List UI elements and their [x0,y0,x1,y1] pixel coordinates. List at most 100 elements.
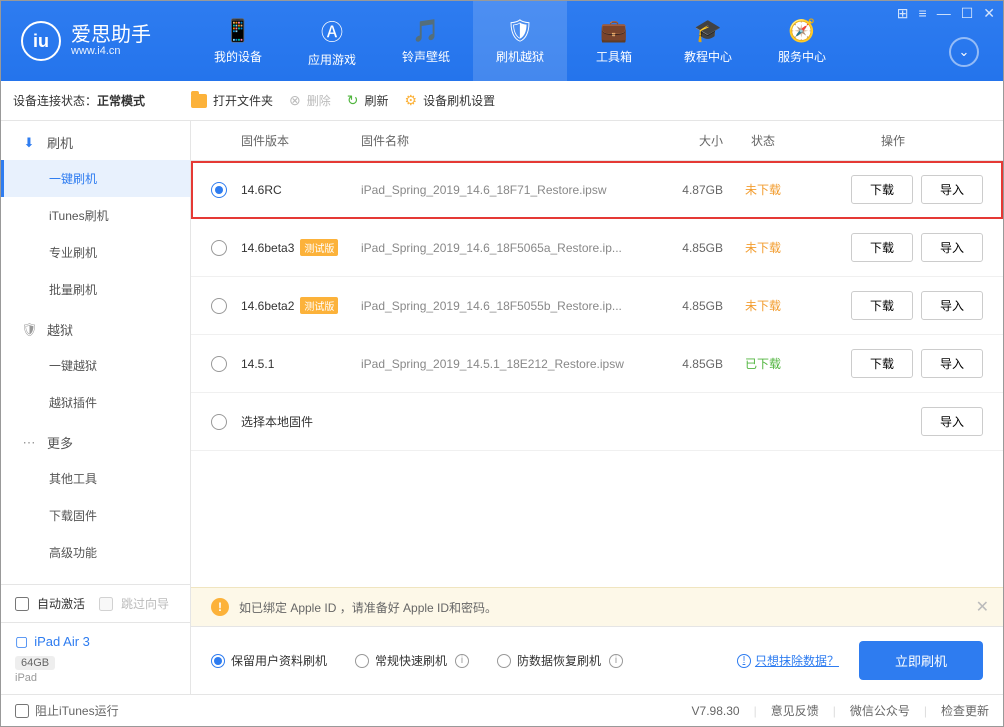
firmware-radio[interactable] [211,240,227,256]
refresh-button[interactable]: ↻ 刷新 [347,92,389,109]
firmware-actions: 导入 [803,407,983,436]
sidebar-item[interactable]: 一键刷机 [1,160,190,197]
check-update-link[interactable]: 检查更新 [941,702,989,719]
skip-wizard-checkbox[interactable] [99,597,113,611]
firmware-name: iPad_Spring_2019_14.6_18F71_Restore.ipsw [361,183,643,197]
nav-tab-icon: 📱 [224,18,251,44]
info-icon[interactable]: i [609,654,623,668]
logo-title: 爱思助手 [71,25,151,45]
nav-tab-icon: 🧭 [788,18,815,44]
erase-data-link[interactable]: !只想抹除数据？ [735,652,839,669]
firmware-name: iPad_Spring_2019_14.5.1_18E212_Restore.i… [361,357,643,371]
option-radio[interactable] [497,654,511,668]
sidebar-group[interactable]: ⬇刷机 [1,121,190,160]
auto-activate-checkbox[interactable] [15,597,29,611]
firmware-row[interactable]: 14.5.1 iPad_Spring_2019_14.5.1_18E212_Re… [191,335,1003,393]
feedback-link[interactable]: 意见反馈 [771,702,819,719]
firmware-actions: 下载导入 [803,175,983,204]
info-icon: ! [737,654,751,668]
flash-option[interactable]: 常规快速刷机i [355,652,469,669]
sidebar-item[interactable]: 高级功能 [1,534,190,571]
skip-wizard-label: 跳过向导 [121,595,169,612]
device-type: iPad [15,672,176,684]
nav-tab-label: 工具箱 [596,48,632,65]
nav-tab-2[interactable]: 🎵铃声壁纸 [379,1,473,81]
firmware-action-button[interactable]: 下载 [851,175,913,204]
sidebar-item[interactable]: 专业刷机 [1,234,190,271]
window-menu-icon[interactable]: ≡ [919,5,927,22]
sidebar-item[interactable]: 下载固件 [1,497,190,534]
device-status-label: 设备连接状态： [13,94,97,108]
nav-tab-label: 铃声壁纸 [402,48,450,65]
wechat-link[interactable]: 微信公众号 [850,702,910,719]
beta-badge: 测试版 [300,297,338,314]
nav-tab-4[interactable]: 💼工具箱 [567,1,661,81]
firmware-action-button[interactable]: 导入 [921,349,983,378]
firmware-radio[interactable] [211,356,227,372]
firmware-radio[interactable] [211,414,227,430]
window-grid-icon[interactable]: ⊞ [897,5,909,22]
firmware-row[interactable]: 14.6beta3测试版 iPad_Spring_2019_14.6_18F50… [191,219,1003,277]
sidebar-group[interactable]: ⋯更多 [1,421,190,460]
nav-tab-1[interactable]: Ⓐ应用游戏 [285,1,379,81]
firmware-row[interactable]: 选择本地固件 导入 [191,393,1003,451]
firmware-size: 4.85GB [643,357,723,371]
tablet-icon: ▢ [15,633,28,650]
firmware-action-button[interactable]: 下载 [851,233,913,262]
sidebar-item[interactable]: 批量刷机 [1,271,190,308]
nav-tab-0[interactable]: 📱 我的设备 [191,1,285,81]
col-header-name: 固件名称 [361,132,643,149]
folder-icon [191,94,207,108]
footer-separator: | [924,704,927,718]
device-settings-button[interactable]: ⚙ 设备刷机设置 [405,92,496,109]
footer: 阻止iTunes运行 V7.98.30 | 意见反馈 | 微信公众号 | 检查更… [1,694,1003,726]
firmware-radio[interactable] [211,182,227,198]
sidebar-item[interactable]: 其他工具 [1,460,190,497]
device-name[interactable]: ▢ iPad Air 3 [15,633,176,650]
nav-tab-3[interactable]: 🛡刷机越狱 [473,1,567,81]
firmware-action-button[interactable]: 导入 [921,233,983,262]
option-radio[interactable] [211,654,225,668]
firmware-action-button[interactable]: 导入 [921,175,983,204]
flash-now-button[interactable]: 立即刷机 [859,641,983,680]
block-itunes-checkbox[interactable] [15,704,29,718]
window-close-icon[interactable]: ✕ [983,5,995,22]
sidebar-item[interactable]: iTunes刷机 [1,197,190,234]
window-controls: ⊞ ≡ — ☐ ✕ [897,5,995,22]
firmware-action-button[interactable]: 下载 [851,349,913,378]
delete-button[interactable]: ⊗ 删除 [289,92,331,109]
main-area: ⬇刷机一键刷机iTunes刷机专业刷机批量刷机🛡越狱一键越狱越狱插件⋯更多其他工… [1,121,1003,694]
firmware-action-button[interactable]: 导入 [921,291,983,320]
block-itunes-control[interactable]: 阻止iTunes运行 [15,702,119,719]
firmware-radio[interactable] [211,298,227,314]
warning-text: 如已绑定 Apple ID ，请准备好 Apple ID和密码。 [239,599,497,616]
window-maximize-icon[interactable]: ☐ [961,5,974,22]
header-dropdown[interactable]: ⌄ [949,37,979,67]
firmware-actions: 下载导入 [803,349,983,378]
firmware-action-button[interactable]: 下载 [851,291,913,320]
open-folder-button[interactable]: 打开文件夹 [191,92,273,109]
warning-close-icon[interactable]: ✕ [976,597,989,617]
sidebar-bottom-controls: 自动激活 跳过向导 [1,584,190,622]
sidebar-item[interactable]: 越狱插件 [1,384,190,421]
firmware-row[interactable]: 14.6RC iPad_Spring_2019_14.6_18F71_Resto… [191,161,1003,219]
nav-tab-5[interactable]: 🎓教程中心 [661,1,755,81]
sidebar-group[interactable]: 🛡越狱 [1,308,190,347]
refresh-icon: ↻ [347,92,359,109]
nav-tab-label: 我的设备 [214,48,262,65]
open-folder-label: 打开文件夹 [213,92,273,109]
firmware-status: 未下载 [723,239,803,256]
firmware-status: 已下载 [723,355,803,372]
firmware-row[interactable]: 14.6beta2测试版 iPad_Spring_2019_14.6_18F50… [191,277,1003,335]
flash-option[interactable]: 保留用户资料刷机 [211,652,327,669]
gear-icon: ⚙ [405,92,418,109]
info-icon[interactable]: i [455,654,469,668]
window-minimize-icon[interactable]: — [937,5,951,22]
sidebar-item[interactable]: 一键越狱 [1,347,190,384]
firmware-action-button[interactable]: 导入 [921,407,983,436]
nav-tab-label: 教程中心 [684,48,732,65]
device-info: ▢ iPad Air 3 64GB iPad [1,622,190,694]
option-radio[interactable] [355,654,369,668]
flash-option[interactable]: 防数据恢复刷机i [497,652,623,669]
nav-tab-6[interactable]: 🧭服务中心 [755,1,849,81]
